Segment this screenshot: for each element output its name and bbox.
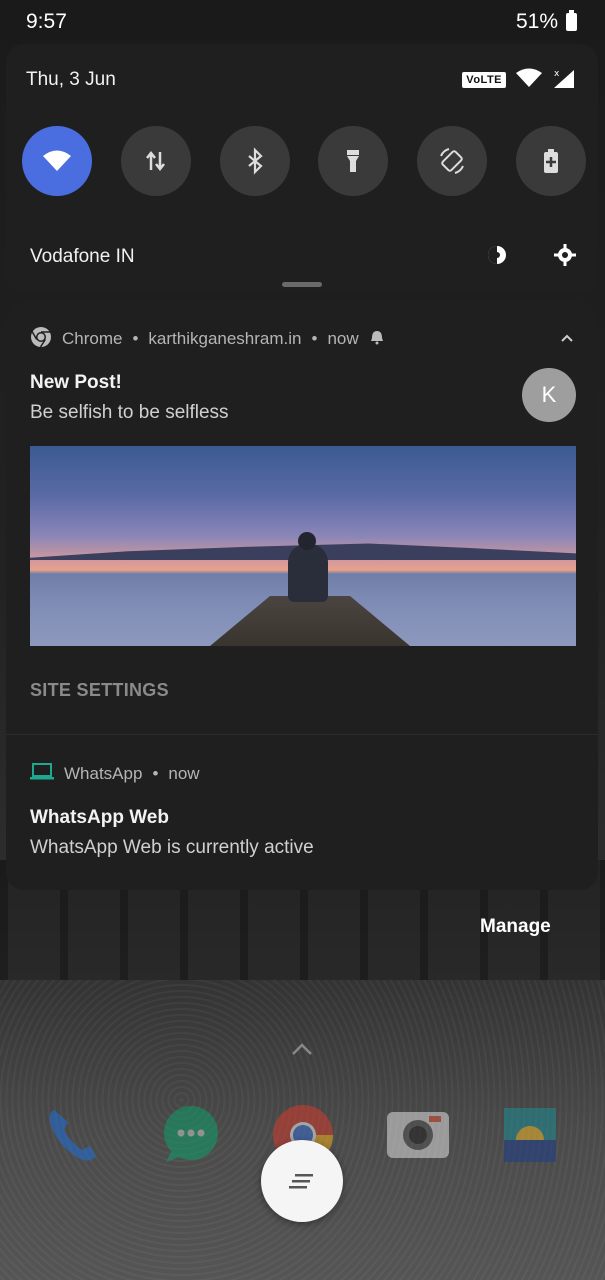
chrome-notification[interactable]: Chrome • karthikganeshram.in • now New P… xyxy=(6,302,598,734)
wifi-icon xyxy=(43,150,71,171)
carrier-name: Vodafone IN xyxy=(30,246,135,267)
qs-footer: Vodafone IN xyxy=(30,243,576,271)
status-time: 9:57 xyxy=(26,10,67,33)
clear-all-icon xyxy=(289,1174,313,1189)
site-settings-button[interactable]: SITE SETTINGS xyxy=(30,680,169,701)
separator-dot: • xyxy=(152,764,159,783)
whatsapp-notification-text: WhatsApp Web is currently active xyxy=(30,837,314,858)
tile-wifi[interactable] xyxy=(22,126,92,196)
chrome-app-name: Chrome xyxy=(62,329,123,348)
whatsapp-notification[interactable]: WhatsApp • now WhatsApp Web WhatsApp Web… xyxy=(6,735,598,890)
bluetooth-icon xyxy=(247,147,263,175)
app-drawer-chevron-icon[interactable] xyxy=(290,1042,314,1061)
clear-all-button[interactable] xyxy=(261,1140,343,1222)
avatar: K xyxy=(522,368,576,422)
tile-bluetooth[interactable] xyxy=(219,126,290,196)
image-person xyxy=(288,544,328,602)
tile-mobile-data[interactable] xyxy=(120,126,191,196)
camera-app-icon[interactable] xyxy=(385,1100,455,1170)
settings-gear-icon[interactable] xyxy=(554,243,576,271)
wifi-signal-icon xyxy=(516,68,542,93)
chrome-notification-text: Be selfish to be selfless xyxy=(30,402,229,423)
tile-battery-saver[interactable] xyxy=(515,126,586,196)
chrome-time: now xyxy=(327,329,359,348)
messages-app-icon[interactable] xyxy=(156,1100,226,1170)
auto-rotate-icon xyxy=(440,148,465,174)
chrome-icon xyxy=(30,326,52,353)
quick-settings-panel: Thu, 3 Jun VoLTE x Vodafone IN xyxy=(6,44,598,294)
cell-signal-icon: x xyxy=(552,68,574,93)
gallery-app-icon[interactable] xyxy=(502,1100,572,1170)
collapse-chevron-icon[interactable] xyxy=(560,330,574,348)
volte-icon: VoLTE xyxy=(462,72,506,88)
separator-dot: • xyxy=(311,329,318,348)
chrome-notification-header: Chrome • karthikganeshram.in • now xyxy=(30,326,574,353)
notification-card: Chrome • karthikganeshram.in • now New P… xyxy=(6,302,598,890)
whatsapp-notification-header: WhatsApp • now xyxy=(30,762,574,787)
whatsapp-time: now xyxy=(168,764,200,783)
qs-indicators: VoLTE x xyxy=(462,68,574,93)
qs-header: Thu, 3 Jun VoLTE x xyxy=(26,68,574,92)
notification-image xyxy=(30,446,576,646)
drag-handle[interactable] xyxy=(282,282,322,287)
whatsapp-notification-title: WhatsApp Web xyxy=(30,807,169,828)
status-right: 51% xyxy=(516,10,577,34)
manage-button[interactable]: Manage xyxy=(480,916,551,938)
battery-percent: 51% xyxy=(515,10,558,33)
tile-flashlight[interactable] xyxy=(318,126,389,196)
qs-footer-icons xyxy=(486,243,576,271)
whatsapp-app-name: WhatsApp xyxy=(64,764,143,783)
battery-saver-icon xyxy=(543,149,558,173)
tile-auto-rotate[interactable] xyxy=(417,126,488,196)
svg-text:x: x xyxy=(554,69,560,79)
qs-tiles xyxy=(22,126,586,198)
chrome-notification-title: New Post! xyxy=(30,372,122,393)
battery-icon xyxy=(566,10,577,31)
theme-icon[interactable] xyxy=(486,244,508,271)
alert-bell-icon xyxy=(369,329,385,350)
mobile-data-icon xyxy=(145,150,165,172)
laptop-icon xyxy=(30,762,54,787)
separator-dot: • xyxy=(132,329,139,348)
image-pier xyxy=(210,596,410,646)
status-bar: 9:57 51% xyxy=(0,0,605,44)
image-person-head xyxy=(298,532,316,550)
phone-app-icon[interactable] xyxy=(40,1100,110,1170)
chrome-site: karthikganeshram.in xyxy=(148,329,302,348)
qs-date[interactable]: Thu, 3 Jun xyxy=(26,69,116,91)
flashlight-icon xyxy=(347,150,360,172)
